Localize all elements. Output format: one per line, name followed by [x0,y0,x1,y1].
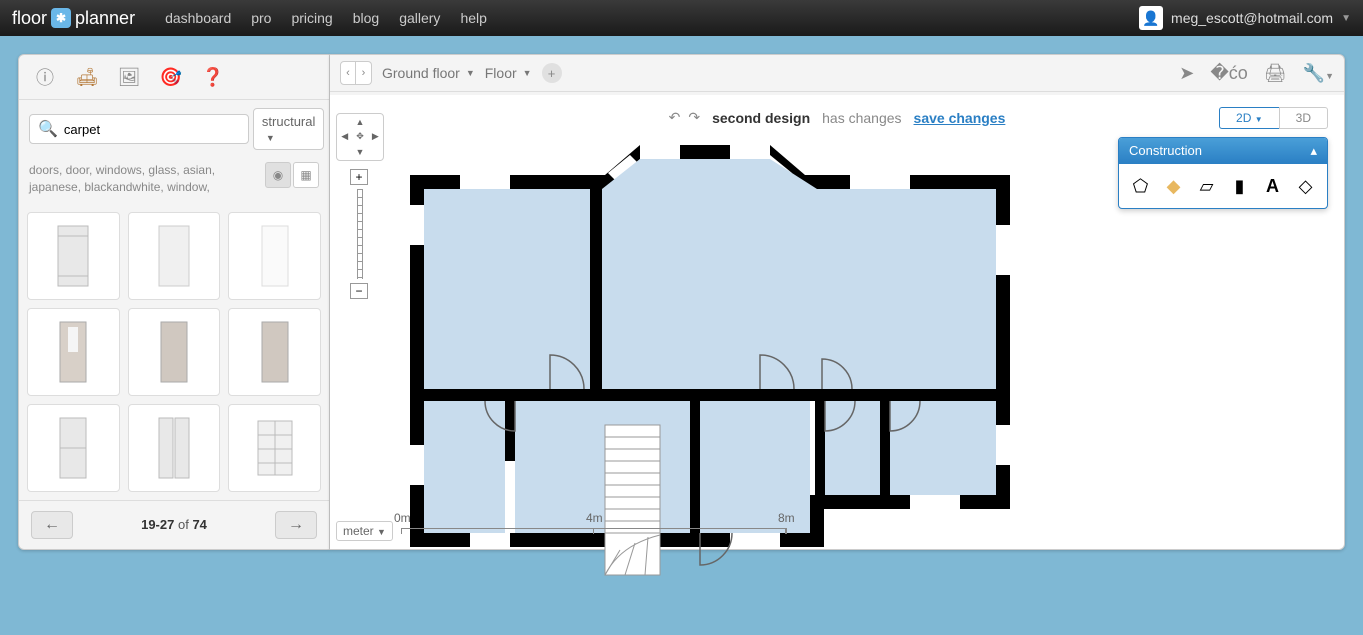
nav-blog[interactable]: blog [353,10,379,26]
floorplan[interactable] [410,145,1020,615]
share-icon[interactable]: �ćo [1210,63,1247,84]
view-2d-icon[interactable]: ▦ [293,162,319,188]
wrench-icon[interactable]: 🔧▼ [1303,63,1334,84]
target-icon[interactable]: 🎯 [157,63,185,91]
sidebar-toolbar: ⓘ 🛋 🖼 🎯 ❓ [19,55,329,100]
item-door-3[interactable] [228,212,321,300]
nav-pad[interactable]: ▲ ◀✥▶ ▼ [336,113,384,161]
items-grid [19,204,329,500]
design-info: ↶ ↷ second design has changes save chang… [669,109,1006,126]
pan-center-icon: ✥ [352,129,367,144]
logo-text: planner [75,8,135,29]
nav-controls: ▲ ◀✥▶ ▼ + − [336,113,384,299]
view-mode-toggle: 2D ▼ 3D [1219,107,1328,129]
page-info: 19-27 of 74 [141,517,207,532]
wall-tool-icon[interactable]: ▱ [1193,172,1220,200]
avatar-icon: 👤 [1139,6,1163,30]
door-tool-icon[interactable]: ▮ [1226,172,1253,200]
floor-select-floor[interactable]: Floor▼ [485,65,532,81]
construction-panel: Construction ▴ ⬠ ◆ ▱ ▮ A ◇ [1118,137,1328,209]
floor-tool-icon[interactable]: ◆ [1160,172,1187,200]
filter-select[interactable]: structural ▼ [253,108,324,150]
pan-left-icon: ◀ [337,129,352,144]
image-icon[interactable]: 🖼 [115,63,143,91]
send-icon[interactable]: ➤ [1179,63,1194,84]
item-door-6[interactable] [228,308,321,396]
pan-right-icon: ▶ [368,129,383,144]
save-changes-link[interactable]: save changes [914,110,1006,126]
nav-pricing[interactable]: pricing [291,10,332,26]
design-status: has changes [822,110,901,126]
view-3d-icon[interactable]: ◉ [265,162,291,188]
logo-text: floor [12,8,47,29]
print-icon[interactable]: 🖨 [1264,63,1287,84]
nav-gallery[interactable]: gallery [399,10,440,26]
search-input[interactable] [64,122,240,137]
item-door-5[interactable] [128,308,221,396]
pagination: ← 19-27 of 74 → [19,500,329,549]
item-door-7[interactable] [27,404,120,492]
add-floor-button[interactable]: + [542,63,562,83]
view-2d-button[interactable]: 2D ▼ [1219,107,1279,129]
item-door-1[interactable] [27,212,120,300]
filter-label: structural [262,114,315,129]
furniture-icon[interactable]: 🛋 [73,63,101,91]
nav-pro[interactable]: pro [251,10,271,26]
user-email: meg_escott@hotmail.com [1171,10,1333,26]
logo[interactable]: floor ✱ planner [12,8,135,29]
design-title: second design [712,110,810,126]
search-input-wrap: 🔍 [29,114,249,144]
nav-links: dashboard pro pricing blog gallery help [165,10,487,26]
collapse-icon: ▴ [1310,143,1317,159]
item-door-8[interactable] [128,404,221,492]
search-icon: 🔍 [38,119,58,139]
item-door-4[interactable] [27,308,120,396]
room-tool-icon[interactable]: ⬠ [1127,172,1154,200]
info-icon[interactable]: ⓘ [31,63,59,91]
nav-dashboard[interactable]: dashboard [165,10,231,26]
page-prev-button[interactable]: ← [31,511,73,539]
sidebar-collapse-button[interactable]: ‹› [340,61,372,85]
user-menu[interactable]: 👤 meg_escott@hotmail.com ▼ [1139,6,1351,30]
zoom-out-button[interactable]: − [350,283,368,299]
view-3d-button[interactable]: 3D [1279,107,1328,129]
nav-help[interactable]: help [460,10,486,26]
undo-icon[interactable]: ↶ [669,109,681,126]
canvas-area: ‹› Ground floor▼ Floor▼ + ➤ �ćo 🖨 🔧▼ ▲ ◀… [330,54,1345,550]
pan-down-icon: ▼ [352,145,367,160]
ceiling-tool-icon[interactable]: ◇ [1292,172,1319,200]
pan-up-icon: ▲ [352,114,367,129]
canvas-toolbar: ‹› Ground floor▼ Floor▼ + ➤ �ćo 🖨 🔧▼ [330,55,1344,92]
construction-header[interactable]: Construction ▴ [1119,138,1327,164]
page-next-button[interactable]: → [275,511,317,539]
chevron-down-icon: ▼ [1341,13,1351,24]
zoom-slider[interactable]: + − [350,169,370,299]
logo-icon: ✱ [51,8,71,28]
zoom-in-button[interactable]: + [350,169,368,185]
help-icon[interactable]: ❓ [199,63,227,91]
tag-suggestions[interactable]: doors, door, windows, glass, asian, japa… [29,162,265,196]
app-header: floor ✱ planner dashboard pro pricing bl… [0,0,1363,36]
item-window-1[interactable] [228,404,321,492]
sidebar: ⓘ 🛋 🖼 🎯 ❓ 🔍 structural ▼ doors, door, wi… [18,54,330,550]
unit-select[interactable]: meter ▼ [336,521,393,541]
zoom-track[interactable] [357,189,363,279]
redo-icon[interactable]: ↷ [688,109,700,126]
text-tool-icon[interactable]: A [1259,172,1286,200]
floor-select-ground[interactable]: Ground floor▼ [382,65,475,81]
item-door-2[interactable] [128,212,221,300]
canvas[interactable]: ▲ ◀✥▶ ▼ + − ↶ ↷ second design has change… [330,95,1344,549]
chevron-down-icon: ▼ [266,133,275,143]
ruler: meter ▼ [336,521,787,541]
